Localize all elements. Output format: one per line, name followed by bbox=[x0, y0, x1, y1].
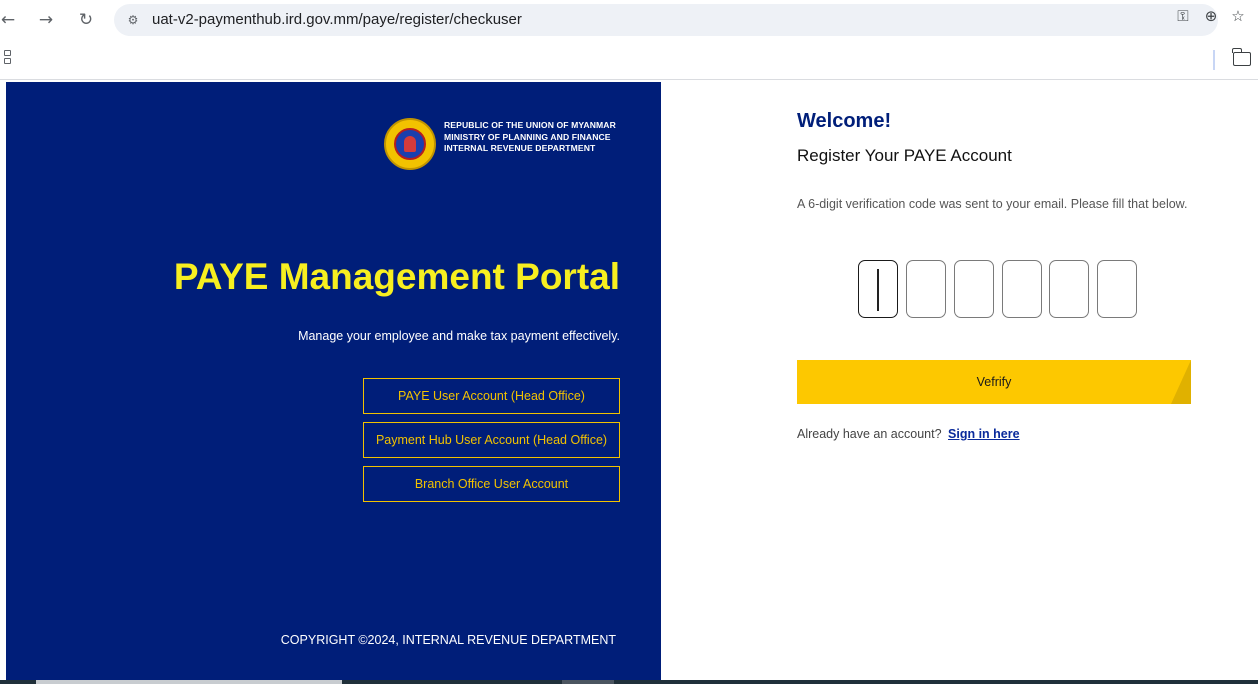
taskbar-segment bbox=[562, 680, 614, 684]
ministry-line-republic: REPUBLIC OF THE UNION OF MYANMAR bbox=[444, 120, 616, 130]
code-digit-6[interactable] bbox=[1097, 260, 1137, 318]
government-emblem-icon bbox=[384, 118, 436, 170]
copyright-text: COPYRIGHT ©2024, INTERNAL REVENUE DEPART… bbox=[280, 633, 616, 647]
browser-toolbar: ← → ↻ ⚙ uat-v2-paymenthub.ird.gov.mm/pay… bbox=[0, 0, 1258, 40]
branch-office-user-account-button[interactable]: Branch Office User Account bbox=[363, 466, 620, 502]
registration-panel: Welcome! Register Your PAYE Account A 6-… bbox=[661, 82, 1258, 684]
folder-icon[interactable] bbox=[1232, 48, 1251, 66]
portal-title: PAYE Management Portal bbox=[173, 256, 620, 297]
verify-button[interactable]: Vefrify bbox=[797, 360, 1191, 404]
portal-subtitle: Manage your employee and make tax paymen… bbox=[298, 329, 620, 343]
url-text[interactable]: uat-v2-paymenthub.ird.gov.mm/paye/regist… bbox=[152, 11, 522, 28]
key-icon[interactable]: ⚿ bbox=[1173, 6, 1193, 26]
code-digit-4[interactable] bbox=[1002, 260, 1042, 318]
register-heading: Register Your PAYE Account bbox=[797, 146, 1012, 165]
address-bar[interactable]: ⚙ uat-v2-paymenthub.ird.gov.mm/paye/regi… bbox=[114, 4, 1218, 36]
code-digit-2[interactable] bbox=[906, 260, 946, 318]
paye-user-account-button[interactable]: PAYE User Account (Head Office) bbox=[363, 378, 620, 414]
apps-icon[interactable] bbox=[4, 50, 16, 68]
signin-prompt-line: Already have an account? Sign in here bbox=[797, 427, 1020, 441]
signin-prompt: Already have an account? bbox=[797, 427, 942, 441]
os-taskbar bbox=[0, 680, 1258, 684]
ministry-line-department: INTERNAL REVENUE DEPARTMENT bbox=[444, 143, 596, 153]
verify-button-accent bbox=[1171, 360, 1191, 404]
code-digit-1[interactable] bbox=[858, 260, 898, 318]
payment-hub-user-account-button[interactable]: Payment Hub User Account (Head Office) bbox=[363, 422, 620, 458]
reload-icon[interactable]: ↻ bbox=[74, 8, 98, 32]
portal-intro-panel: REPUBLIC OF THE UNION OF MYANMAR MINISTR… bbox=[6, 82, 661, 684]
verification-instruction: A 6-digit verification code was sent to … bbox=[797, 197, 1188, 211]
back-arrow-icon[interactable]: ← bbox=[0, 8, 20, 32]
forward-arrow-icon[interactable]: → bbox=[34, 8, 58, 32]
site-info-icon[interactable]: ⚙ bbox=[124, 11, 142, 29]
code-digit-5[interactable] bbox=[1049, 260, 1089, 318]
code-digit-3[interactable] bbox=[954, 260, 994, 318]
ministry-header: REPUBLIC OF THE UNION OF MYANMAR MINISTR… bbox=[444, 120, 616, 155]
taskbar-segment bbox=[36, 680, 342, 684]
welcome-heading: Welcome! bbox=[797, 110, 892, 132]
zoom-icon[interactable]: ⊕ bbox=[1201, 6, 1221, 26]
star-icon[interactable]: ☆ bbox=[1228, 6, 1248, 26]
bookmarks-bar bbox=[0, 40, 1258, 80]
signin-link[interactable]: Sign in here bbox=[948, 427, 1020, 441]
ministry-line-ministry: MINISTRY OF PLANNING AND FINANCE bbox=[444, 131, 611, 142]
verify-button-label: Vefrify bbox=[976, 375, 1012, 389]
bookmarks-separator bbox=[1213, 50, 1215, 70]
